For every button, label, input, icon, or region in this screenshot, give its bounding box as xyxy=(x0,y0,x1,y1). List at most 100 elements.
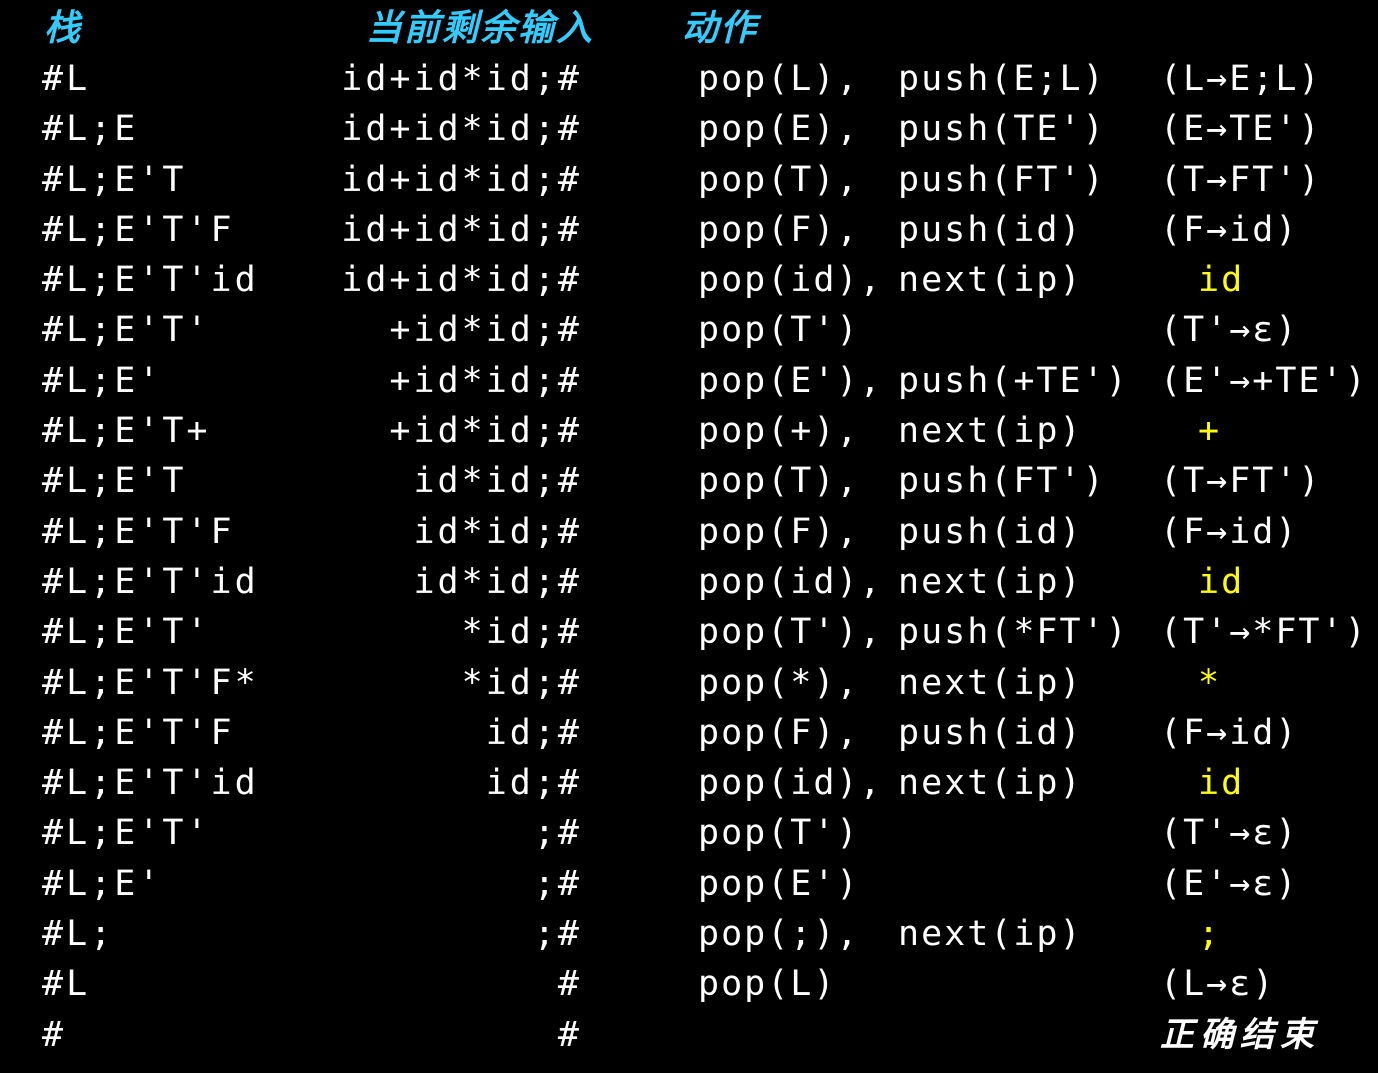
push-action-cell: next(ip) xyxy=(898,411,1083,452)
trace-row: # # 正确结束 xyxy=(0,1010,1378,1060)
production-note-cell: (E→TE') xyxy=(1160,109,1322,150)
slide: 栈 当前剩余输入 动作 #L id+id*id;# pop(L), push(E;L)… xyxy=(0,0,1378,1073)
production-note-cell: id xyxy=(1198,561,1245,602)
stack-cell: #L;E' xyxy=(42,360,163,401)
input-cell: id;# xyxy=(485,763,582,804)
pop-action-cell: pop(;), xyxy=(698,914,860,955)
pop-action-cell: pop(id), xyxy=(698,260,883,301)
pop-action-cell: pop(id), xyxy=(698,763,883,804)
production-note-cell: (E'→ε) xyxy=(1160,863,1299,904)
push-action-cell: push(id) xyxy=(898,511,1083,552)
production-note-cell: (T→FT') xyxy=(1160,461,1322,502)
input-cell: id+id*id;# xyxy=(341,59,582,99)
production-note-cell: (F→id) xyxy=(1160,511,1299,552)
stack-cell: #L;E'T'F xyxy=(42,511,235,552)
input-cell: id*id;# xyxy=(413,561,582,602)
trace-row: #L;E'T' +id*id;# pop(T') (T'→ε) xyxy=(0,305,1378,355)
pop-action-cell: pop(T') xyxy=(698,813,860,854)
trace-row: #L;E'T'F id*id;# pop(F), push(id) (F→id) xyxy=(0,507,1378,557)
push-action-cell: push(id) xyxy=(898,712,1083,753)
trace-row: #L;E' ;# pop(E') (E'→ε) xyxy=(0,859,1378,909)
stack-cell: #L;E'T+ xyxy=(42,411,211,452)
pop-action-cell: pop(+), xyxy=(698,411,860,452)
trace-row: #L; ;# pop(;), next(ip); xyxy=(0,909,1378,959)
pop-action-cell: pop(L) xyxy=(698,964,837,1005)
push-action-cell: push(FT') xyxy=(898,159,1106,200)
stack-cell: # xyxy=(42,1014,67,1055)
stack-cell: #L;E' xyxy=(42,863,163,904)
push-action-cell: push(*FT') xyxy=(898,612,1129,653)
stack-cell: #L xyxy=(42,59,91,99)
trace-row: #L;E'T' ;# pop(T') (T'→ε) xyxy=(0,808,1378,858)
stack-cell: #L;E'T xyxy=(42,159,187,200)
production-note-cell: (L→ε) xyxy=(1160,964,1276,1005)
input-cell: id;# xyxy=(485,712,582,753)
trace-row: #L;E' +id*id;# pop(E'), push(+TE') (E'→+TE') xyxy=(0,356,1378,406)
production-note-cell: * xyxy=(1198,662,1222,703)
push-action-cell: next(ip) xyxy=(898,763,1083,804)
trace-row: #L;E'T id*id;# pop(T), push(FT') (T→FT') xyxy=(0,456,1378,506)
pop-action-cell: pop(E), xyxy=(698,109,860,150)
push-action-cell: next(ip) xyxy=(898,260,1083,301)
production-note-cell: (T'→ε) xyxy=(1160,813,1299,854)
trace-row: #L;E'T'id id+id*id;# pop(id), next(ip) id xyxy=(0,255,1378,305)
stack-cell: #L xyxy=(42,964,91,1005)
header-action: 动作 xyxy=(682,7,759,49)
production-note-cell: (T'→ε) xyxy=(1160,310,1299,351)
trace-row: #L;E'T+ +id*id;# pop(+), next(ip) + xyxy=(0,406,1378,456)
input-cell: +id*id;# xyxy=(389,360,582,401)
pop-action-cell: pop(T), xyxy=(698,159,860,200)
stack-cell: #L;E'T' xyxy=(42,813,211,854)
trace-row: #L;E'T'F id;# pop(F), push(id) (F→id) xyxy=(0,708,1378,758)
pop-action-cell: pop(F), xyxy=(698,209,860,250)
input-cell: id*id;# xyxy=(413,461,582,502)
trace-row: #L;E'T' *id;# pop(T'), push(*FT') (T'→*FT') xyxy=(0,607,1378,657)
pop-action-cell: pop(id), xyxy=(698,561,883,602)
input-cell: *id;# xyxy=(461,612,582,653)
pop-action-cell: pop(T'), xyxy=(698,612,883,653)
production-note-cell: (T→FT') xyxy=(1160,159,1322,200)
production-note-cell: id xyxy=(1198,260,1245,301)
trace-row: #L id+id*id;# pop(L), push(E;L) (L→E;L) xyxy=(0,54,1378,104)
production-note-cell: id xyxy=(1198,763,1245,804)
trace-row: #L;E id+id*id;# pop(E), push(TE') (E→TE') xyxy=(0,104,1378,154)
stack-cell: #L;E'T'F xyxy=(42,712,235,753)
pop-action-cell: pop(T') xyxy=(698,310,860,351)
production-note-cell: 正确结束 xyxy=(1160,1014,1320,1055)
input-cell: # xyxy=(557,964,582,1005)
pop-action-cell: pop(*), xyxy=(698,662,860,703)
input-cell: id+id*id;# xyxy=(341,209,582,250)
stack-cell: #L;E'T xyxy=(42,461,187,502)
stack-cell: #L; xyxy=(42,914,115,955)
stack-cell: #L;E'T' xyxy=(42,612,211,653)
trace-row: #L # pop(L) (L→ε) xyxy=(0,959,1378,1009)
pop-action-cell: pop(T), xyxy=(698,461,860,502)
trace-row: #L;E'T'F* *id;# pop(*), next(ip) * xyxy=(0,658,1378,708)
stack-cell: #L;E'T'id xyxy=(42,561,259,602)
stack-cell: #L;E'T'id xyxy=(42,763,259,804)
push-action-cell: next(ip) xyxy=(898,662,1083,703)
input-cell: # xyxy=(557,1014,582,1055)
push-action-cell: push(E;L) xyxy=(898,59,1106,99)
production-note-cell: (T'→*FT') xyxy=(1160,612,1368,653)
input-cell: id*id;# xyxy=(413,511,582,552)
input-cell: ;# xyxy=(533,863,582,904)
header-stack: 栈 xyxy=(44,7,81,49)
input-cell: +id*id;# xyxy=(389,411,582,452)
production-note-cell: (L→E;L) xyxy=(1160,59,1322,99)
input-cell: ;# xyxy=(533,914,582,955)
stack-cell: #L;E'T' xyxy=(42,310,211,351)
trace-row: #L;E'T'id id*id;# pop(id), next(ip) id xyxy=(0,557,1378,607)
production-note-cell: + xyxy=(1198,411,1222,452)
input-cell: ;# xyxy=(533,813,582,854)
push-action-cell: next(ip) xyxy=(898,561,1083,602)
input-cell: *id;# xyxy=(461,662,582,703)
push-action-cell: next(ip) xyxy=(898,914,1083,955)
parse-trace-table: #L id+id*id;# pop(L), push(E;L) (L→E;L) #L;E i… xyxy=(0,54,1378,1060)
pop-action-cell: pop(F), xyxy=(698,712,860,753)
input-cell: id+id*id;# xyxy=(341,109,582,150)
push-action-cell: push(TE') xyxy=(898,109,1106,150)
production-note-cell: (F→id) xyxy=(1160,209,1299,250)
stack-cell: #L;E xyxy=(42,109,139,150)
push-action-cell: push(id) xyxy=(898,209,1083,250)
